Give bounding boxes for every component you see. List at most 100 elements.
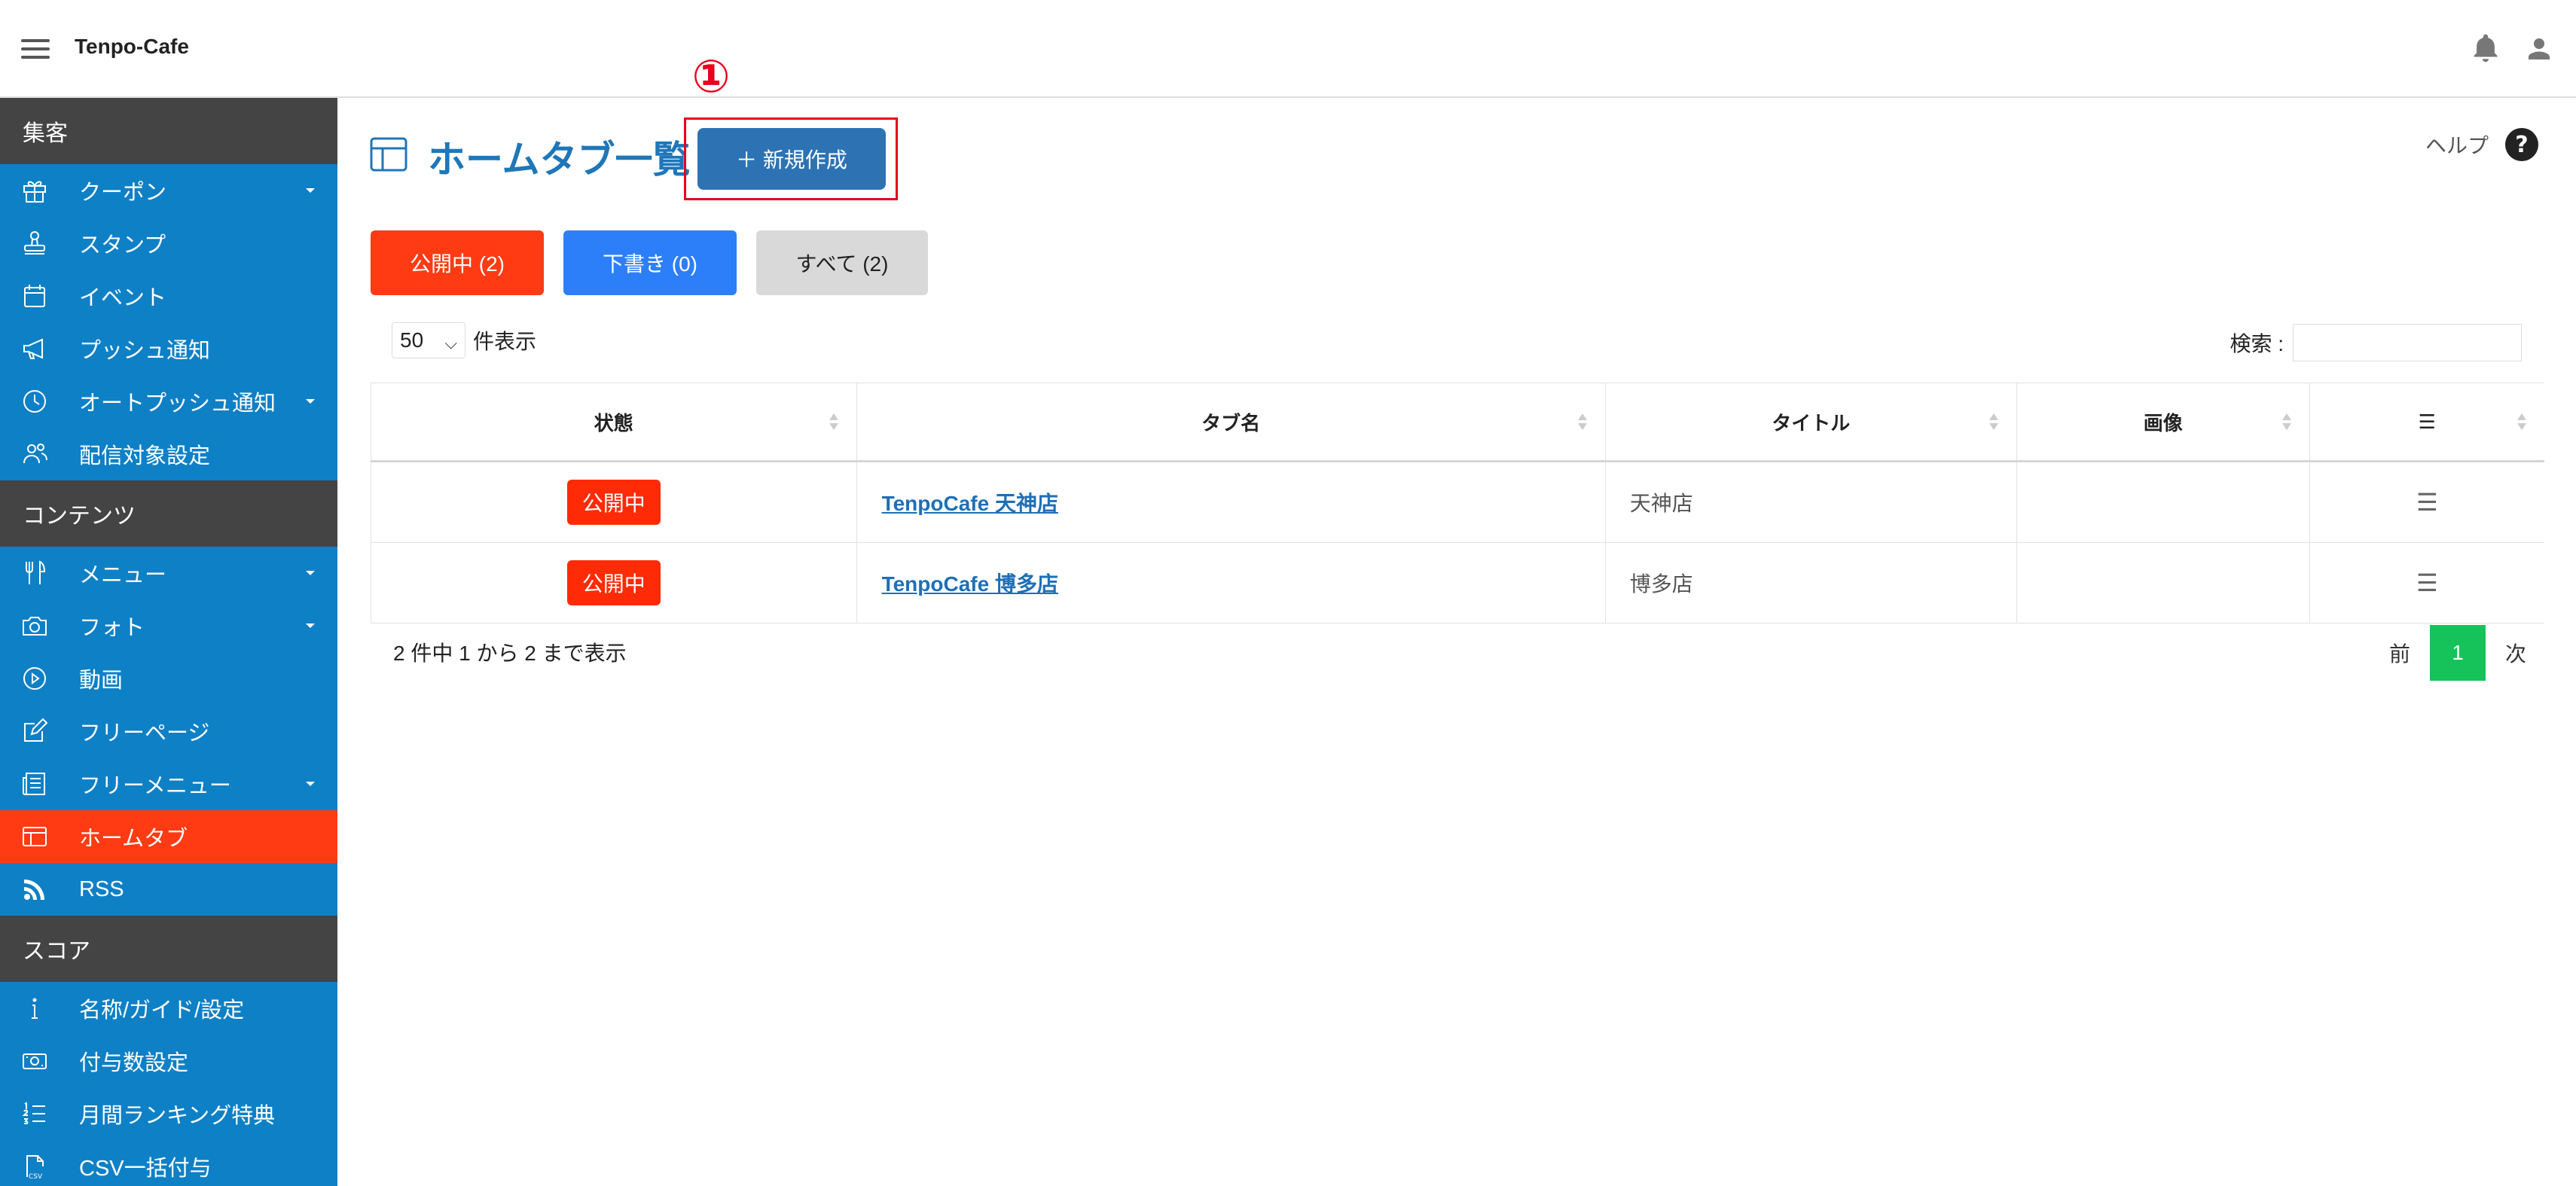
sidebar-item-grant-settings[interactable]: 付与数設定: [0, 1035, 337, 1087]
sidebar-item-label: 付与数設定: [79, 1051, 189, 1075]
filter-draft-button[interactable]: 下書き (0): [563, 230, 737, 295]
table-info-text: 2 件中 1 から 2 まで表示: [393, 642, 627, 665]
sidebar-item-label: 月間ランキング特典: [79, 1104, 276, 1128]
column-header-status[interactable]: 状態: [371, 383, 857, 462]
filter-all-button[interactable]: すべて (2): [756, 230, 928, 295]
caret-down-icon: [306, 623, 315, 628]
sidebar-item-coupon[interactable]: クーポン: [0, 164, 337, 217]
sidebar-item-label: CSV一括付与: [79, 1157, 212, 1181]
rss-icon: [20, 874, 50, 904]
money-icon: [20, 1046, 50, 1076]
status-badge: 公開中: [566, 560, 661, 605]
edit-icon: [20, 716, 50, 746]
layout-icon: [370, 137, 407, 172]
users-icon: [20, 439, 50, 469]
sidebar-section-header: スコア: [0, 916, 337, 982]
sidebar: 集客 クーポン スタンプ イベント プッシュ通知 オートプッシュ通知 配信対象設…: [0, 98, 337, 1186]
status-badge: 公開中: [566, 480, 661, 525]
sidebar-item-video[interactable]: 動画: [0, 652, 337, 705]
stamp-icon: [20, 228, 50, 258]
newspaper-icon: [20, 769, 50, 799]
sidebar-item-free-page[interactable]: フリーページ: [0, 705, 337, 758]
column-header-menu[interactable]: ☰: [2309, 383, 2544, 462]
csv-file-icon: CSV: [20, 1151, 50, 1181]
sort-icon: [2281, 413, 2291, 430]
sidebar-item-monthly-ranking[interactable]: 月間ランキング特典: [0, 1087, 337, 1140]
title-cell: 天神店: [1604, 461, 2017, 543]
sidebar-item-auto-push[interactable]: オートプッシュ通知: [0, 375, 337, 428]
sidebar-item-photo[interactable]: フォト: [0, 599, 337, 652]
status-cell: 公開中: [371, 461, 857, 543]
sidebar-item-label: プッシュ通知: [79, 339, 211, 363]
column-header-label: 状態: [594, 411, 633, 434]
info-icon: [20, 993, 50, 1023]
svg-text:?: ?: [2515, 132, 2528, 158]
sidebar-section-header: コンテンツ: [0, 480, 337, 547]
sidebar-item-menu[interactable]: メニュー: [0, 547, 337, 599]
pagination-prev[interactable]: 前: [2370, 638, 2430, 668]
caret-down-icon: [306, 399, 315, 404]
sidebar-item-stamp[interactable]: スタンプ: [0, 217, 337, 270]
sidebar-item-label: オートプッシュ通知: [79, 392, 276, 416]
sidebar-item-label: RSS: [79, 877, 124, 901]
sort-icon: [829, 413, 838, 430]
pagination-next[interactable]: 次: [2486, 638, 2546, 668]
sidebar-item-free-menu[interactable]: フリーメニュー: [0, 758, 337, 810]
image-cell: [2016, 461, 2310, 543]
top-bar: Tenpo-Cafe: [0, 0, 2576, 98]
sidebar-item-target-settings[interactable]: 配信対象設定: [0, 428, 337, 480]
sidebar-item-event[interactable]: イベント: [0, 270, 337, 322]
sidebar-item-rss[interactable]: RSS: [0, 863, 337, 916]
page-length-suffix: 件表示: [473, 330, 537, 353]
status-filter-tabs: 公開中 (2) 下書き (0) すべて (2): [371, 230, 948, 295]
column-header-image[interactable]: 画像: [2016, 383, 2310, 462]
camera-icon: [20, 611, 50, 641]
fork-knife-icon: [20, 558, 50, 588]
user-account-icon[interactable]: [2523, 33, 2555, 65]
page-length-select[interactable]: 50 ⌵: [392, 322, 465, 358]
sidebar-item-csv-bulk[interactable]: CSV CSV一括付与: [0, 1140, 337, 1186]
column-header-label: タブ名: [1201, 411, 1261, 434]
svg-text:CSV: CSV: [29, 1173, 43, 1181]
tab-name-link[interactable]: TenpoCafe 博多店: [858, 572, 1058, 596]
annotation-number: ①: [691, 51, 731, 102]
table-row: 公開中 TenpoCafe 天神店 天神店 ☰: [371, 461, 2544, 543]
tab-name-link[interactable]: TenpoCafe 天神店: [858, 492, 1058, 515]
column-header-tab-name[interactable]: タブ名: [856, 383, 1606, 462]
sidebar-item-label: スタンプ: [79, 233, 166, 258]
new-create-button[interactable]: ＋ 新規作成: [697, 128, 886, 190]
sidebar-item-name-guide-settings[interactable]: 名称/ガイド/設定: [0, 982, 337, 1035]
help-label: ヘルプ: [2425, 134, 2489, 157]
sidebar-item-push[interactable]: プッシュ通知: [0, 322, 337, 375]
column-header-label: 画像: [2143, 411, 2183, 434]
help-link[interactable]: ヘルプ ?: [2425, 127, 2540, 163]
pagination-page-current[interactable]: 1: [2429, 625, 2486, 681]
sort-icon: [1577, 413, 1587, 430]
page-length-control: 50 ⌵ 件表示: [392, 322, 536, 358]
hamburger-menu-icon[interactable]: [21, 39, 50, 59]
sidebar-item-label: 名称/ガイド/設定: [79, 998, 245, 1023]
search-control: 検索 :: [2230, 324, 2522, 361]
tab-name-cell: TenpoCafe 天神店: [856, 461, 1606, 543]
row-menu-icon[interactable]: ☰: [2309, 461, 2544, 543]
title-cell: 博多店: [1604, 542, 2017, 623]
caret-down-icon: [306, 571, 315, 575]
bell-icon[interactable]: [2469, 32, 2502, 65]
clock-icon: [20, 386, 50, 416]
sidebar-item-home-tab[interactable]: ホームタブ: [0, 810, 337, 863]
sidebar-item-label: メニュー: [79, 563, 167, 587]
sidebar-item-label: 配信対象設定: [79, 444, 211, 468]
column-header-label: タイトル: [1772, 411, 1851, 434]
search-label: 検索 :: [2230, 332, 2284, 355]
sidebar-item-label: フォト: [79, 616, 145, 640]
menu-icon: ☰: [2418, 410, 2436, 433]
main-content: ホームタブ一覧 ① ＋ 新規作成 ヘルプ ? 公開中 (2) 下書き (0) す…: [337, 51, 2576, 1186]
page-title: ホームタブ一覧: [428, 139, 691, 181]
sidebar-item-label: クーポン: [79, 181, 167, 205]
row-menu-icon[interactable]: ☰: [2309, 542, 2544, 623]
pagination: 前 1 次: [2370, 625, 2546, 681]
filter-published-button[interactable]: 公開中 (2): [371, 230, 544, 295]
column-header-title[interactable]: タイトル: [1604, 383, 2017, 462]
table-header-row: 状態 タブ名 タイトル 画像 ☰: [371, 383, 2544, 462]
search-input[interactable]: [2293, 324, 2522, 361]
